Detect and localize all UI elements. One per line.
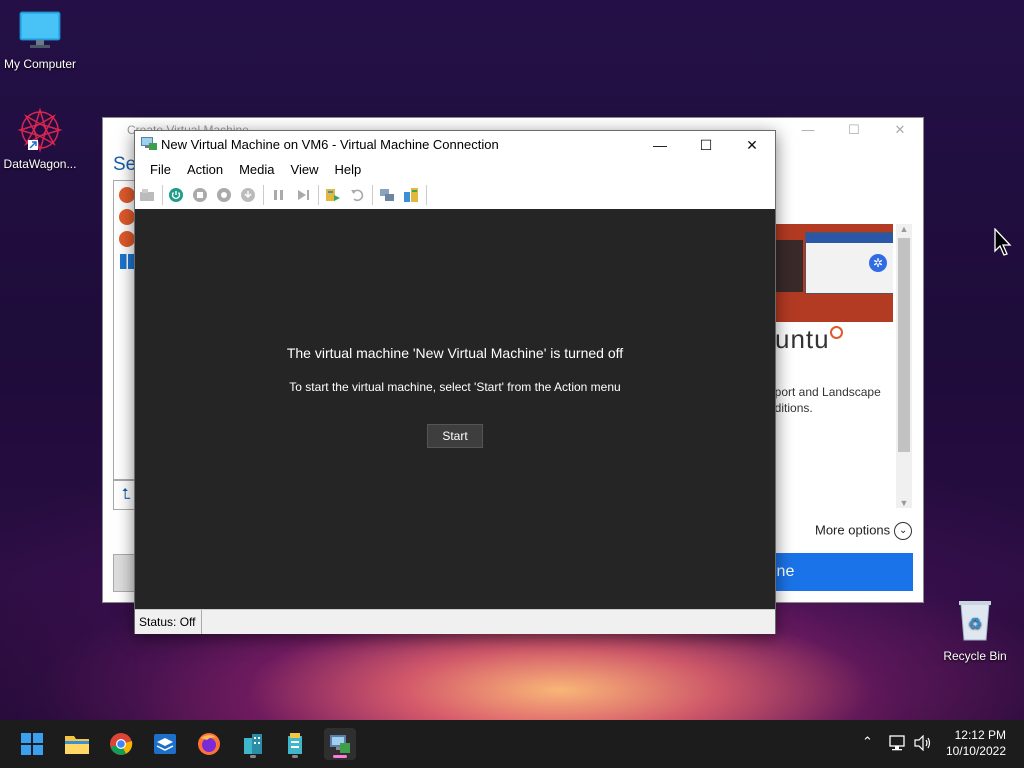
ubuntu-icon[interactable] — [119, 231, 135, 247]
taskbar-file-explorer[interactable] — [61, 728, 93, 760]
clock-date: 10/10/2022 — [945, 744, 1006, 758]
vm-status: Status: Off — [139, 610, 203, 634]
windows-start-icon — [21, 733, 43, 755]
desktop-icon-label: My Computer — [3, 57, 77, 71]
menu-view[interactable]: View — [283, 159, 327, 181]
revert-icon[interactable] — [349, 187, 365, 203]
kubernetes-icon: ✲ — [869, 254, 887, 272]
volume-icon[interactable] — [914, 735, 932, 751]
taskbar: ⌃ 12:12 PM 10/10/2022 — [0, 720, 1024, 768]
chrome-icon — [110, 733, 133, 755]
taskbar-app-db[interactable] — [279, 728, 311, 760]
vm-off-message: The virtual machine 'New Virtual Machine… — [286, 345, 624, 361]
datawagon-icon — [17, 107, 63, 153]
chevron-up-icon[interactable]: ⌃ — [862, 734, 873, 750]
taskbar-chrome[interactable] — [105, 728, 137, 760]
reset-icon[interactable] — [295, 187, 311, 203]
menu-help[interactable]: Help — [326, 159, 369, 181]
chevron-down-icon: ⌄ — [894, 522, 913, 540]
enhanced-session-icon[interactable] — [379, 187, 395, 203]
monitor-icon — [19, 11, 61, 48]
more-options-link[interactable]: More options ⌄ — [815, 522, 913, 540]
menu-file[interactable]: File — [142, 159, 179, 181]
start-button[interactable] — [16, 728, 48, 760]
status-bar: Status: Off — [135, 609, 775, 634]
vm-connection-window: New Virtual Machine on VM6 - Virtual Mac… — [134, 130, 776, 634]
windows-icon[interactable] — [120, 254, 135, 269]
file-explorer-icon — [65, 736, 89, 754]
minimize-button[interactable]: — — [785, 118, 831, 142]
firefox-icon — [198, 733, 220, 755]
share-icon[interactable] — [403, 187, 419, 203]
vm-connection-titlebar: New Virtual Machine on VM6 - Virtual Mac… — [135, 131, 775, 159]
create-virtual-machine-button[interactable]: ine — [775, 553, 913, 591]
toolbar — [135, 181, 775, 210]
ctrl-alt-del-icon[interactable] — [139, 187, 155, 203]
save-icon[interactable] — [240, 187, 256, 203]
app-icon — [154, 734, 176, 754]
start-icon[interactable] — [168, 187, 184, 203]
desktop-icon-my-computer[interactable]: My Computer — [0, 10, 80, 71]
minimize-button[interactable]: — — [637, 131, 683, 159]
maximize-button[interactable]: ☐ — [683, 131, 729, 159]
menu-action[interactable]: Action — [179, 159, 231, 181]
ubuntu-logo-icon — [829, 326, 843, 339]
close-button[interactable]: ✕ — [729, 131, 775, 159]
shut-down-icon[interactable] — [216, 187, 232, 203]
turn-off-icon[interactable] — [192, 187, 208, 203]
desktop-icon-label: DataWagon... — [3, 157, 77, 171]
maximize-button[interactable]: ☐ — [831, 118, 877, 142]
checkpoint-icon[interactable] — [325, 187, 341, 203]
menu-media[interactable]: Media — [231, 159, 282, 181]
svg-text:♻: ♻ — [968, 614, 982, 633]
taskbar-app-building[interactable] — [237, 728, 269, 760]
ubuntu-icon[interactable] — [119, 209, 135, 225]
vm-connection-title: New Virtual Machine on VM6 - Virtual Mac… — [161, 137, 499, 152]
desktop-icon-label: Recycle Bin — [943, 649, 1007, 663]
clock-time: 12:12 PM — [954, 728, 1006, 742]
taskbar-firefox[interactable] — [193, 728, 225, 760]
mouse-cursor-icon — [994, 228, 1012, 256]
vm-off-instructions: To start the virtual machine, select 'St… — [289, 380, 621, 394]
clock[interactable]: 12:12 PM 10/10/2022 — [946, 727, 1006, 759]
pause-icon[interactable] — [271, 187, 287, 203]
ubuntu-icon[interactable] — [119, 187, 135, 203]
taskbar-app[interactable] — [149, 728, 181, 760]
os-brand: untu — [775, 324, 843, 355]
taskbar-vm-connect[interactable] — [324, 728, 356, 760]
start-button[interactable]: Start — [427, 424, 483, 448]
vm-display[interactable]: The virtual machine 'New Virtual Machine… — [135, 209, 775, 609]
recycle-bin-icon: ♻ — [959, 601, 991, 641]
desktop-icon-recycle-bin[interactable]: ♻ Recycle Bin — [935, 598, 1015, 663]
close-button[interactable]: ✕ — [877, 118, 923, 142]
os-description: pport and Landscape nditions. — [768, 385, 881, 415]
network-icon[interactable] — [889, 735, 907, 751]
vm-connect-app-icon — [141, 137, 157, 150]
os-preview-image: ✲ — [775, 224, 893, 322]
menu-bar: File Action Media View Help — [135, 159, 775, 181]
desktop-icon-datawagon[interactable]: DataWagon... — [0, 106, 80, 171]
preview-scrollbar[interactable]: ▲ ▼ — [896, 224, 912, 508]
